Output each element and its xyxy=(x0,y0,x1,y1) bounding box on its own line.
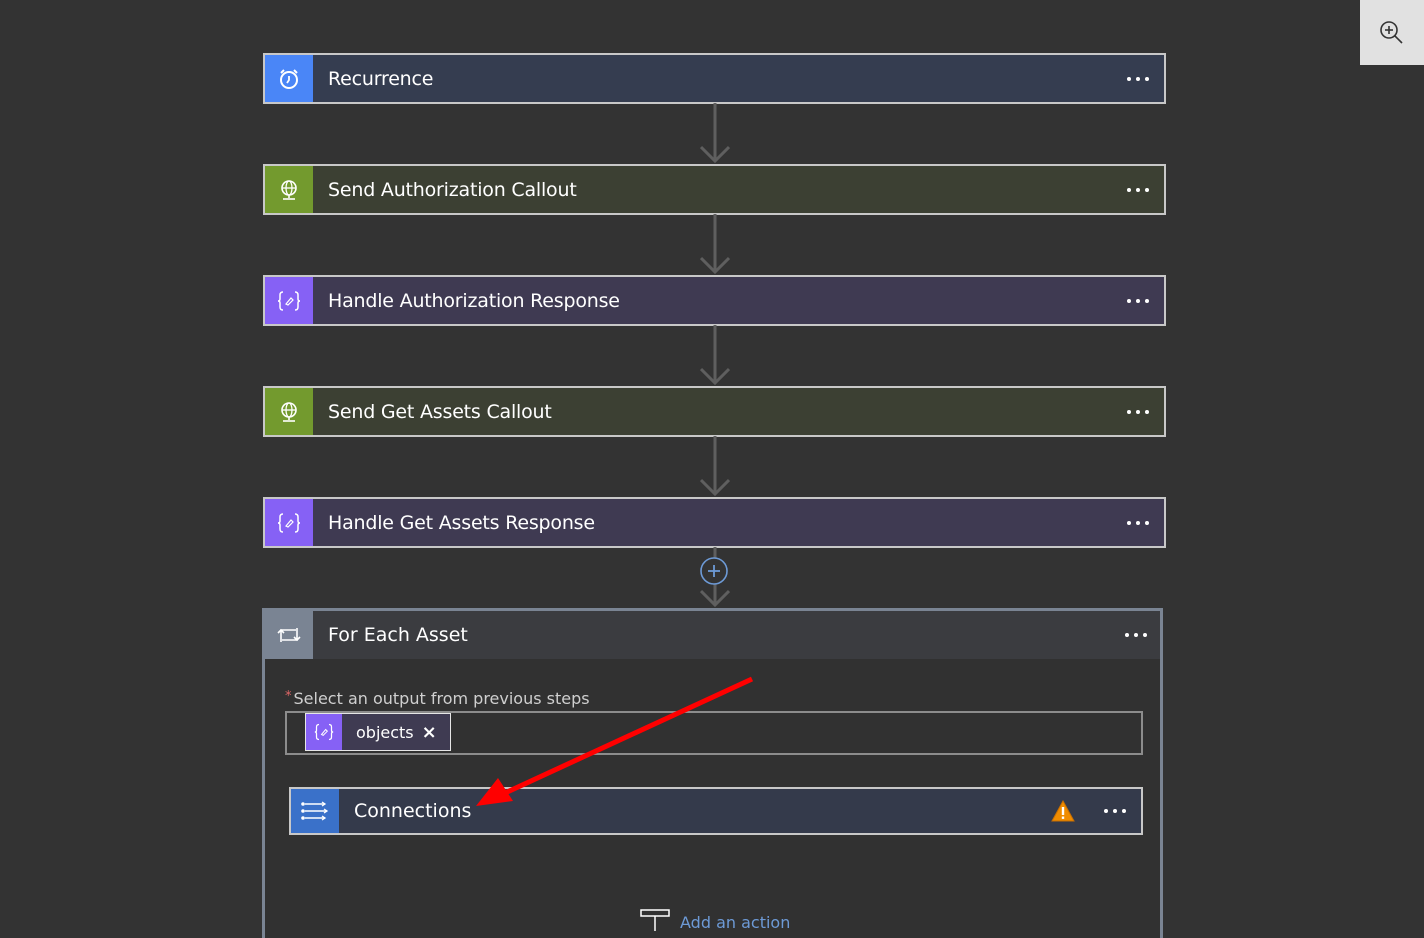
step-icon-box xyxy=(265,166,313,213)
more-options-button[interactable] xyxy=(1118,69,1158,89)
warning-indicator[interactable] xyxy=(1051,800,1075,822)
remove-token-button[interactable]: × xyxy=(422,722,437,743)
field-label: * Select an output from previous steps xyxy=(285,689,590,708)
more-options-button[interactable] xyxy=(1118,513,1158,533)
field-label-text: Select an output from previous steps xyxy=(293,689,590,708)
step-card-handle-get-assets-response[interactable]: Handle Get Assets Response xyxy=(263,497,1166,548)
step-icon-box xyxy=(265,55,313,102)
add-action-icon xyxy=(640,909,670,931)
foreach-header[interactable]: For Each Asset xyxy=(265,611,1160,659)
more-options-button[interactable] xyxy=(1118,402,1158,422)
zoom-in-button[interactable] xyxy=(1360,0,1424,65)
step-card-handle-authorization-response[interactable]: Handle Authorization Response xyxy=(263,275,1166,326)
insert-step-button[interactable] xyxy=(700,557,728,585)
warning-icon xyxy=(1051,800,1075,822)
action-title: Connections xyxy=(354,800,472,822)
compose-arrows-icon xyxy=(301,801,329,821)
step-icon-box xyxy=(265,499,313,546)
more-options-button[interactable] xyxy=(1116,633,1156,637)
output-select-input[interactable]: objects × xyxy=(285,711,1143,755)
token-label: objects xyxy=(356,722,414,742)
more-options-button[interactable] xyxy=(1118,180,1158,200)
step-title: Send Get Assets Callout xyxy=(328,400,552,423)
globe-icon xyxy=(281,401,297,422)
zoom-in-icon xyxy=(1380,20,1403,44)
step-card-recurrence[interactable]: Recurrence xyxy=(263,53,1166,104)
foreach-title: For Each Asset xyxy=(328,624,468,646)
step-title: Recurrence xyxy=(328,67,434,90)
step-card-send-get-assets-callout[interactable]: Send Get Assets Callout xyxy=(263,386,1166,437)
step-card-send-authorization-callout[interactable]: Send Authorization Callout xyxy=(263,164,1166,215)
add-action-label: Add an action xyxy=(680,913,791,932)
code-braces-icon xyxy=(314,723,334,741)
alarm-clock-icon xyxy=(280,68,298,89)
foreach-icon-box xyxy=(265,611,313,659)
step-icon-box xyxy=(265,388,313,435)
token-objects[interactable]: objects × xyxy=(305,713,451,751)
step-title: Handle Authorization Response xyxy=(328,289,620,312)
connector-arrow xyxy=(700,214,730,275)
code-braces-icon xyxy=(277,512,301,533)
code-braces-icon xyxy=(277,290,301,311)
more-options-button[interactable] xyxy=(1095,809,1135,813)
step-icon-box xyxy=(265,277,313,324)
action-icon-box xyxy=(291,789,339,833)
required-marker: * xyxy=(285,689,292,704)
step-title: Send Authorization Callout xyxy=(328,178,577,201)
globe-icon xyxy=(281,179,297,200)
connector-arrow xyxy=(700,103,730,164)
step-title: Handle Get Assets Response xyxy=(328,511,595,534)
foreach-scope: For Each Asset * Select an output from pr… xyxy=(262,608,1163,938)
more-options-button[interactable] xyxy=(1118,291,1158,311)
token-icon-box xyxy=(306,714,342,750)
action-card-connections[interactable]: Connections xyxy=(289,787,1143,835)
connector-arrow xyxy=(700,436,730,497)
loop-icon xyxy=(277,628,301,642)
connector-arrow xyxy=(700,325,730,386)
